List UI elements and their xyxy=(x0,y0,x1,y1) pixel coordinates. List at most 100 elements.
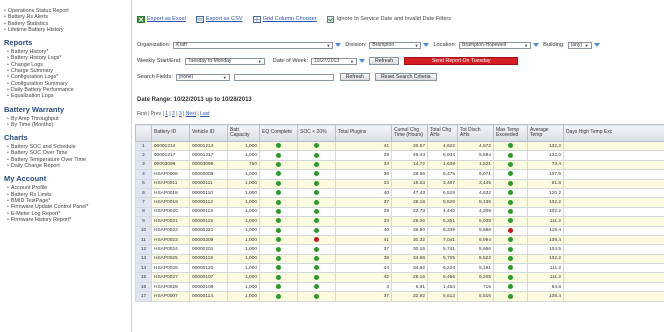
cell-avg: 102.2 xyxy=(527,206,564,218)
sidebar-link[interactable]: Daily Charge Report xyxy=(7,163,131,169)
filter-funnel-icon[interactable] xyxy=(359,59,366,63)
pager-page-2[interactable]: 2 xyxy=(172,111,175,117)
row-index: 6 xyxy=(135,187,152,199)
reset-search-button[interactable]: Reset Search Criteria xyxy=(374,73,437,81)
grid-header-row: Battery ID Vehicle ID Batt Capacity EQ Comp… xyxy=(135,124,664,142)
export-csv-link[interactable]: Export as CSV xyxy=(195,15,243,23)
refresh-button[interactable]: Refresh xyxy=(369,57,400,65)
filter-funnel-icon[interactable] xyxy=(533,43,540,47)
cell-vehicle: 00000115 xyxy=(189,216,228,227)
pager-page-1[interactable]: 1 xyxy=(165,111,168,117)
sidebar-link[interactable]: Lifetime Battery History xyxy=(4,27,131,33)
export-toolbar: Export as Excel Export as CSV Grid Colum… xyxy=(137,14,451,24)
cell-disch: 5,594 xyxy=(457,150,494,161)
column-header[interactable]: EQ Complete xyxy=(259,124,298,142)
sidebar-link[interactable]: Equalization Logs xyxy=(7,93,131,99)
export-excel-link[interactable]: Export as Excel xyxy=(137,15,186,23)
sidebar-section: Battery Warranty By Amp ThroughputBy Time… xyxy=(0,105,131,129)
sidebar-link[interactable]: Firmware History Report* xyxy=(7,217,131,223)
cell-cap: 1,000 xyxy=(227,234,260,246)
cell-plugins: 33 xyxy=(335,159,392,171)
refresh-search-button[interactable]: Refresh xyxy=(339,73,370,81)
cell-disch: 5,071 xyxy=(457,169,494,180)
grid-column-chooser-label: Grid Column Chooser xyxy=(262,16,317,22)
status-cell-eq xyxy=(259,206,298,218)
status-cell-maxtemp xyxy=(493,197,528,208)
column-header[interactable]: SOC < 20% xyxy=(297,124,336,142)
row-index: 15 xyxy=(135,272,152,283)
column-header[interactable]: Total Chg AHs xyxy=(427,124,458,142)
grid-column-chooser-link[interactable]: Grid Column Chooser xyxy=(252,15,317,23)
column-header[interactable]: Average Temp xyxy=(527,124,564,142)
column-header[interactable]: Max Temp Exceeded xyxy=(493,124,528,142)
filter-funnel-icon[interactable] xyxy=(593,43,600,47)
cell-time: 28.26 xyxy=(391,216,428,227)
column-header[interactable]: Vehicle ID xyxy=(189,124,228,142)
status-cell-maxtemp xyxy=(493,178,528,189)
division-select[interactable]: Brampton ▼ xyxy=(369,41,422,49)
table-row[interactable]: 13 HSAP0025 00000119 1,000 38 34.68 5,705 5,522… xyxy=(135,253,664,265)
cell-plugins: 40 xyxy=(335,187,392,199)
building-select[interactable]: (any) ▼ xyxy=(567,41,592,49)
cell-battery: HSAP0023 xyxy=(151,234,190,246)
weekly-select[interactable]: Tuesday to Monday ▼ xyxy=(184,57,265,65)
column-header[interactable]: Days High Temp Exc xyxy=(563,124,664,142)
cell-cap: 1,000 xyxy=(227,140,260,152)
cell-vehicle: 00001217 xyxy=(189,150,228,161)
pager-prev[interactable]: Prev xyxy=(151,111,161,117)
table-row[interactable]: 17 HSAP0007 00000114 1,000 37 32.92 5,612 5,516… xyxy=(135,291,664,302)
search-fields-select[interactable]: (none) ▼ xyxy=(175,73,230,81)
cell-days-high-temp xyxy=(563,291,664,302)
table-row[interactable]: 1 00001214 00001214 1,000 41 20.57 4,622 4,572 1… xyxy=(135,140,664,152)
table-row[interactable]: 2 00001217 00001217 1,000 28 46.43 6,934 5,594 1… xyxy=(135,150,664,161)
ignore-dates-checkbox[interactable]: Ignore In Service Date and Invalid Date … xyxy=(326,15,451,23)
pager-first[interactable]: First xyxy=(137,111,147,117)
sidebar-heading: Reports xyxy=(4,38,33,48)
status-cell-maxtemp xyxy=(493,225,528,236)
cell-chg: 3,497 xyxy=(427,178,458,189)
search-fields-value: (none) xyxy=(178,74,194,80)
status-cell-soc xyxy=(297,216,336,227)
table-row[interactable]: 11 HSAP0023 00000209 1,000 41 30.32 7,041 6,994… xyxy=(135,234,664,246)
column-header[interactable]: Batt Capacity xyxy=(227,124,260,142)
column-header[interactable]: Tot Disch AHs xyxy=(457,124,494,142)
table-row[interactable]: 15 HSAP0027 00000107 1,000 42 28.15 6,466 6,205… xyxy=(135,272,664,283)
table-row[interactable]: 8 HSAP0020 00000113 1,000 28 22.73 4,440 4,208 1… xyxy=(135,206,664,218)
location-value: Brampton-Hopewell xyxy=(462,42,507,48)
cell-chg: 6,519 xyxy=(427,187,458,199)
search-text-input[interactable] xyxy=(233,73,334,81)
table-row[interactable]: 9 HSAP0021 00000115 1,000 33 28.26 5,351 5,038 1… xyxy=(135,216,664,227)
table-row[interactable]: 14 HSAP0026 00000120 1,000 44 34.92 6,224 5,191… xyxy=(135,263,664,274)
column-header[interactable] xyxy=(135,124,152,142)
cell-avg: 102.2 xyxy=(527,253,564,265)
filter-funnel-icon[interactable] xyxy=(423,43,430,47)
pager-next[interactable]: Next xyxy=(186,111,196,117)
table-row[interactable]: 5 HSAP0011 00000111 1,000 33 18.53 3,497 3,445 9… xyxy=(135,178,664,189)
table-row[interactable]: 10 HSAP0022 00000221 1,000 40 36.90 6,339 5,686… xyxy=(135,225,664,236)
table-row[interactable]: 12 HSAP0024 00000201 1,000 37 30.15 5,741 5,666… xyxy=(135,244,664,255)
table-row[interactable]: 3 00003098 00003098 750 33 14.72 1,638 1,521 73.… xyxy=(135,159,664,171)
pager-page-3[interactable]: 3 xyxy=(179,111,182,117)
table-row[interactable]: 6 HSAP0018 00000110 1,000 40 47.43 6,519 4,632 1… xyxy=(135,187,664,199)
send-report-button[interactable]: Send Report On Tuesday xyxy=(404,57,519,65)
column-header[interactable]: Cumul Chg Time (Hours) xyxy=(391,124,428,142)
pager-last[interactable]: Last xyxy=(200,111,209,117)
date-of-week-select[interactable]: 10/27/2013 ▼ xyxy=(311,57,358,65)
status-cell-eq xyxy=(259,272,298,283)
green-status-dot-icon xyxy=(276,180,281,186)
cell-vehicle: 00000112 xyxy=(189,197,228,208)
cell-days-high-temp xyxy=(563,206,664,218)
table-row[interactable]: 16 HSAP0028 00000108 1,000 3 6.91 1,454 716 84.8 xyxy=(135,281,664,293)
sidebar-link[interactable]: By Time (Months) xyxy=(7,122,131,128)
table-row[interactable]: 4 HSAP0006 00000006 1,000 36 29.96 5,475 5,071 1… xyxy=(135,169,664,180)
row-index: 5 xyxy=(135,178,152,189)
column-header[interactable]: Battery ID xyxy=(151,124,190,142)
green-status-dot-icon xyxy=(276,274,281,280)
organization-select[interactable]: Kraft ▼ xyxy=(173,41,334,49)
green-status-dot-icon xyxy=(276,284,281,290)
table-row[interactable]: 7 HSAP0019 00000112 1,000 37 28.18 5,626 5,136 1… xyxy=(135,197,664,208)
green-status-dot-icon xyxy=(276,265,281,271)
location-select[interactable]: Brampton-Hopewell ▼ xyxy=(459,41,532,49)
column-header[interactable]: Total Plugins xyxy=(335,124,392,142)
filter-funnel-icon[interactable] xyxy=(335,43,342,47)
